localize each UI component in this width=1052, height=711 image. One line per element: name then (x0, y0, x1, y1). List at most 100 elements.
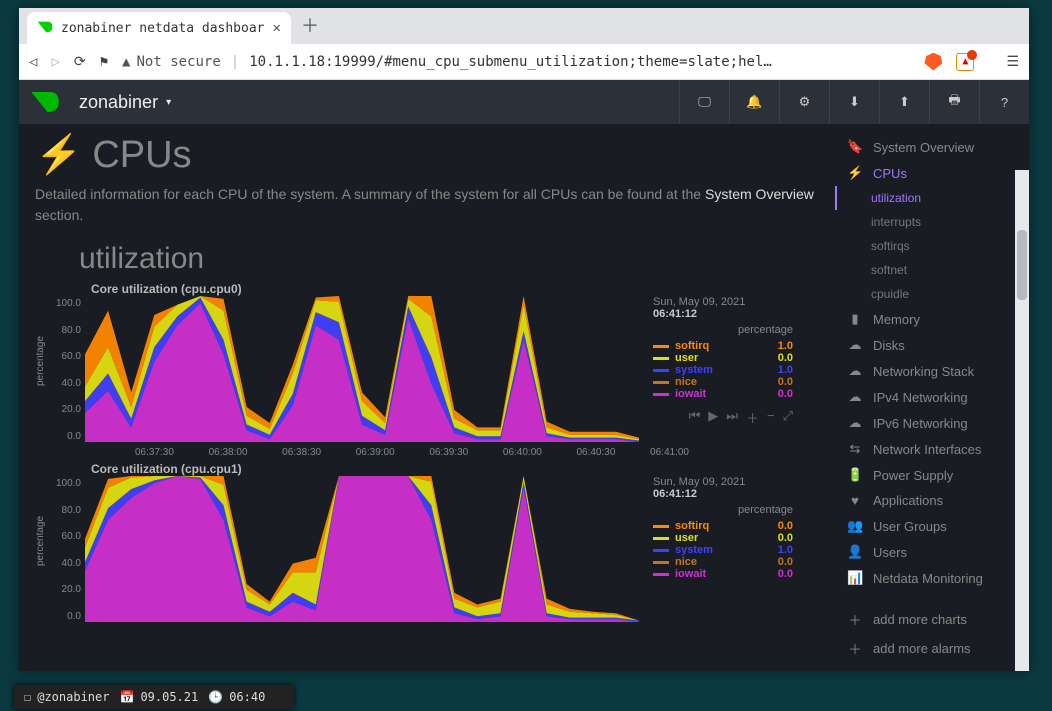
legend-row-softirq[interactable]: softirq 0.0 (653, 520, 793, 532)
shield-icon[interactable]: ▲ (956, 53, 974, 71)
legend-row-system[interactable]: system 1.0 (653, 544, 793, 556)
sidebar-item-cpus[interactable]: ⚡ CPUs (833, 160, 1029, 186)
chart-ctrl-3[interactable]: ＋ (746, 408, 759, 427)
brave-icon[interactable] (924, 53, 942, 71)
overview-link[interactable]: System Overview (705, 186, 814, 202)
chart-plot[interactable] (85, 476, 639, 636)
legend-header: percentage (653, 324, 793, 336)
app-header: zonabiner ▾ 🖵🔔⚙⬇⬆🖶? (19, 80, 1029, 124)
swatch-icon (653, 357, 669, 360)
legend-row-user[interactable]: user 0.0 (653, 352, 793, 364)
warning-icon: ▲ (122, 54, 130, 70)
browser-toolbar: ◁ ▷ ⟳ ⚑ ▲ Not secure | 10.1.1.18:19999/#… (19, 44, 1029, 80)
browser-window: zonabiner netdata dashboar ✕ ＋ ◁ ▷ ⟳ ⚑ ▲… (19, 8, 1029, 671)
legend-header: percentage (653, 504, 793, 516)
main-content[interactable]: ⚡ CPUs Detailed information for each CPU… (19, 124, 833, 671)
scrollbar-thumb[interactable] (1017, 230, 1027, 300)
legend-row-nice[interactable]: nice 0.0 (653, 556, 793, 568)
sidebar-sub-softirqs[interactable]: softirqs (835, 234, 1029, 258)
legend-row-system[interactable]: system 1.0 (653, 364, 793, 376)
sidebar-item-ipv4[interactable]: ☁IPv4 Networking (833, 384, 1029, 410)
security-indicator[interactable]: ▲ Not secure (122, 54, 221, 70)
sidebar-item-ugroups[interactable]: 👥User Groups (833, 513, 1029, 539)
sidebar-item-netif[interactable]: ⇆Network Interfaces (833, 436, 1029, 462)
download-icon[interactable]: ⬇ (829, 80, 879, 124)
not-secure-label: Not secure (136, 54, 220, 70)
forward-button[interactable]: ▷ (51, 54, 59, 70)
cpus-icon: ⚡ (847, 165, 863, 181)
power-icon: 🔋 (847, 467, 863, 483)
sidebar-item-power[interactable]: 🔋Power Supply (833, 462, 1029, 488)
sidebar-item-label: Users (873, 545, 907, 560)
print-icon[interactable]: 🖶 (929, 80, 979, 124)
sidebar-item-disks[interactable]: ☁Disks (833, 332, 1029, 358)
close-tab-icon[interactable]: ✕ (273, 20, 281, 36)
section-title: utilization (79, 242, 817, 276)
chart-ctrl-0[interactable]: ⏮ (689, 408, 701, 427)
netstack-icon: ☁ (847, 363, 863, 379)
browser-tab[interactable]: zonabiner netdata dashboar ✕ (27, 12, 291, 44)
app-body: ⚡ CPUs Detailed information for each CPU… (19, 124, 1029, 671)
y-axis-ticks: 100.080.060.040.020.00.0 (49, 476, 85, 636)
sidebar-item-label: Netdata Monitoring (873, 571, 983, 586)
chart-ctrl-5[interactable]: ⤢ (783, 408, 793, 427)
chart-ctrl-2[interactable]: ⏭ (726, 408, 738, 427)
legend-row-user[interactable]: user 0.0 (653, 532, 793, 544)
sidebar-item-users[interactable]: 👤Users (833, 539, 1029, 565)
sidebar-item-netstack[interactable]: ☁Networking Stack (833, 358, 1029, 384)
bookmark-button[interactable]: ⚑ (100, 54, 108, 70)
legend-row-iowait[interactable]: iowait 0.0 (653, 388, 793, 400)
sidebar-item-overview[interactable]: 🔖System Overview (833, 134, 1029, 160)
chart-plot[interactable]: 06:37:3006:38:0006:38:3006:39:0006:39:30… (85, 296, 639, 456)
sidebar-item-memory[interactable]: ▮ Memory (833, 306, 1029, 332)
netdata-logo-icon[interactable] (25, 82, 65, 122)
sidebar-sub-cpuidle[interactable]: cpuidle (835, 282, 1029, 306)
gear-icon[interactable]: ⚙ (779, 80, 829, 124)
sidebar-action-add-alarms[interactable]: ＋add more alarms (833, 634, 1029, 663)
bell-icon[interactable]: 🔔 (729, 80, 779, 124)
plus-icon: ＋ (847, 639, 863, 658)
scrollbar[interactable] (1015, 170, 1029, 671)
y-axis-label: percentage (35, 296, 49, 456)
sidebar-item-netdata[interactable]: 📊Netdata Monitoring (833, 565, 1029, 591)
browser-menu-button[interactable]: ☰ (1006, 54, 1019, 70)
calendar-icon: 📅 (119, 690, 134, 704)
swatch-icon (653, 537, 669, 540)
legend-row-nice[interactable]: nice 0.0 (653, 376, 793, 388)
sidebar-nav[interactable]: 🔖System Overview ⚡ CPUs utilizationinterrup… (833, 124, 1029, 671)
status-time: 06:40 (229, 690, 265, 704)
sidebar-item-label: System Overview (873, 140, 974, 155)
sidebar-item-apps[interactable]: ♥Applications (833, 488, 1029, 513)
back-button[interactable]: ◁ (29, 54, 37, 70)
address-bar[interactable]: ▲ Not secure | 10.1.1.18:19999/#menu_cpu… (122, 54, 910, 70)
chart-ctrl-1[interactable]: ▶ (708, 408, 718, 427)
swatch-icon (653, 525, 669, 528)
legend-timestamp: Sun, May 09, 202106:41:12 (653, 296, 793, 320)
page-title: ⚡ CPUs (35, 136, 817, 174)
sidebar-sub-softnet[interactable]: softnet (835, 258, 1029, 282)
swatch-icon (653, 369, 669, 372)
swatch-icon (653, 381, 669, 384)
upload-icon[interactable]: ⬆ (879, 80, 929, 124)
hostname-dropdown[interactable]: zonabiner ▾ (79, 92, 171, 113)
sidebar-item-ipv6[interactable]: ☁IPv6 Networking (833, 410, 1029, 436)
legend-row-iowait[interactable]: iowait 0.0 (653, 568, 793, 580)
memory-icon: ▮ (847, 311, 863, 327)
sidebar-sub-utilization[interactable]: utilization (835, 186, 1029, 210)
sidebar-action-add-charts[interactable]: ＋add more charts (833, 605, 1029, 634)
monitor-icon[interactable]: 🖵 (679, 80, 729, 124)
legend-row-softirq[interactable]: softirq 1.0 (653, 340, 793, 352)
swatch-icon (653, 393, 669, 396)
disks-icon: ☁ (847, 337, 863, 353)
sidebar-item-label: CPUs (873, 166, 907, 181)
x-axis-ticks: 06:37:3006:38:0006:38:3006:39:0006:39:30… (135, 447, 689, 458)
ipv6-icon: ☁ (847, 415, 863, 431)
reload-button[interactable]: ⟳ (74, 54, 86, 70)
help-icon[interactable]: ? (979, 80, 1029, 124)
new-tab-button[interactable]: ＋ (301, 12, 319, 38)
sidebar-sub-interrupts[interactable]: interrupts (835, 210, 1029, 234)
sidebar-item-label: Memory (873, 312, 920, 327)
chart-ctrl-4[interactable]: − (767, 408, 775, 427)
legend-timestamp: Sun, May 09, 202106:41:12 (653, 476, 793, 500)
swatch-icon (653, 549, 669, 552)
